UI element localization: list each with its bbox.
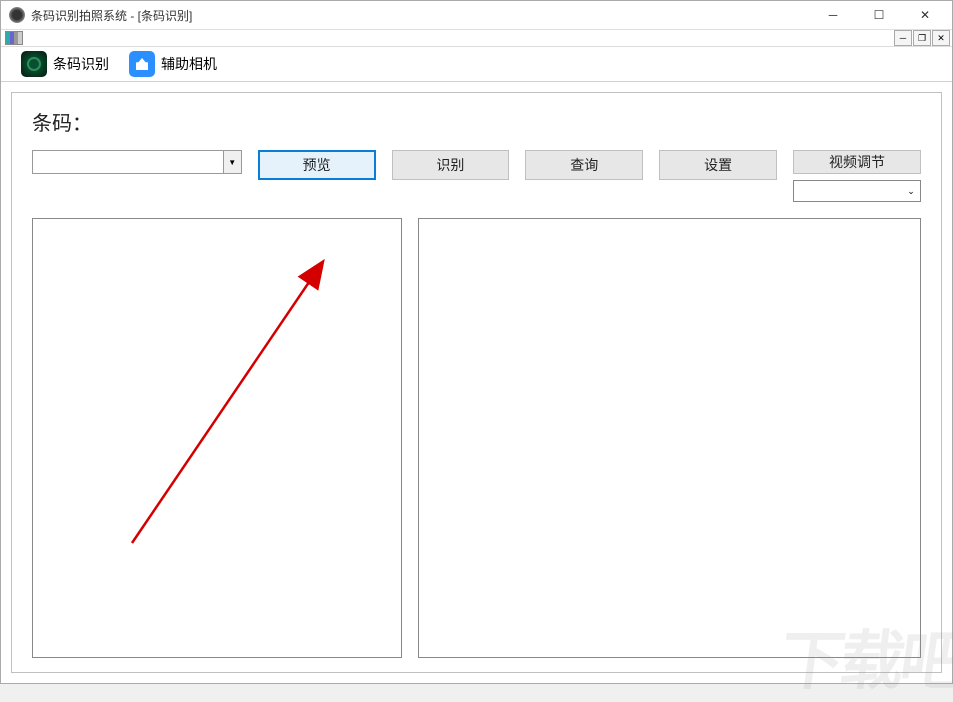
mdi-minimize-button[interactable]: ─ — [894, 30, 912, 46]
camera-icon — [129, 51, 155, 77]
tabbar: 条码识别 辅助相机 — [1, 47, 952, 82]
tab-camera-label: 辅助相机 — [161, 54, 217, 74]
minimize-button[interactable]: ─ — [810, 1, 856, 29]
maximize-button[interactable]: ☐ — [856, 1, 902, 29]
tab-barcode-label: 条码识别 — [53, 54, 109, 74]
mdi-close-button[interactable]: ✕ — [932, 30, 950, 46]
controls-row: ▼ 预览 识别 查询 设置 视频调节 ⌄ — [32, 150, 921, 202]
mdi-doc-icon[interactable] — [5, 31, 23, 45]
video-select[interactable]: ⌄ — [793, 180, 921, 202]
barcode-icon — [21, 51, 47, 77]
panels-row — [32, 218, 921, 658]
right-panel — [418, 218, 921, 658]
right-controls: 视频调节 ⌄ — [793, 150, 921, 202]
tab-barcode[interactable]: 条码识别 — [13, 47, 117, 81]
preview-button[interactable]: 预览 — [258, 150, 376, 180]
content-area: 条码： ▼ 预览 识别 查询 设置 视频调节 ⌄ — [1, 82, 952, 683]
tab-camera[interactable]: 辅助相机 — [121, 47, 225, 81]
mdi-bar: ─ ❐ ✕ — [1, 30, 952, 47]
barcode-label: 条码： — [32, 107, 921, 136]
recognize-button[interactable]: 识别 — [392, 150, 510, 180]
window-title: 条码识别拍照系统 - [条码识别] — [31, 7, 810, 24]
app-window: 条码识别拍照系统 - [条码识别] ─ ☐ ✕ ─ ❐ ✕ 条码识别 辅助相机 … — [0, 0, 953, 684]
settings-button[interactable]: 设置 — [659, 150, 777, 180]
mdi-controls: ─ ❐ ✕ — [894, 30, 950, 46]
barcode-input[interactable] — [33, 151, 223, 173]
inner-panel: 条码： ▼ 预览 识别 查询 设置 视频调节 ⌄ — [11, 92, 942, 673]
app-icon — [9, 7, 25, 23]
chevron-down-icon[interactable]: ⌄ — [902, 186, 920, 197]
mdi-restore-button[interactable]: ❐ — [913, 30, 931, 46]
query-button[interactable]: 查询 — [525, 150, 643, 180]
titlebar[interactable]: 条码识别拍照系统 - [条码识别] ─ ☐ ✕ — [1, 1, 952, 30]
combo-dropdown-button[interactable]: ▼ — [223, 151, 241, 173]
video-adjust-button[interactable]: 视频调节 — [793, 150, 921, 174]
close-button[interactable]: ✕ — [902, 1, 948, 29]
barcode-combo[interactable]: ▼ — [32, 150, 242, 174]
window-controls: ─ ☐ ✕ — [810, 1, 948, 29]
left-panel — [32, 218, 402, 658]
